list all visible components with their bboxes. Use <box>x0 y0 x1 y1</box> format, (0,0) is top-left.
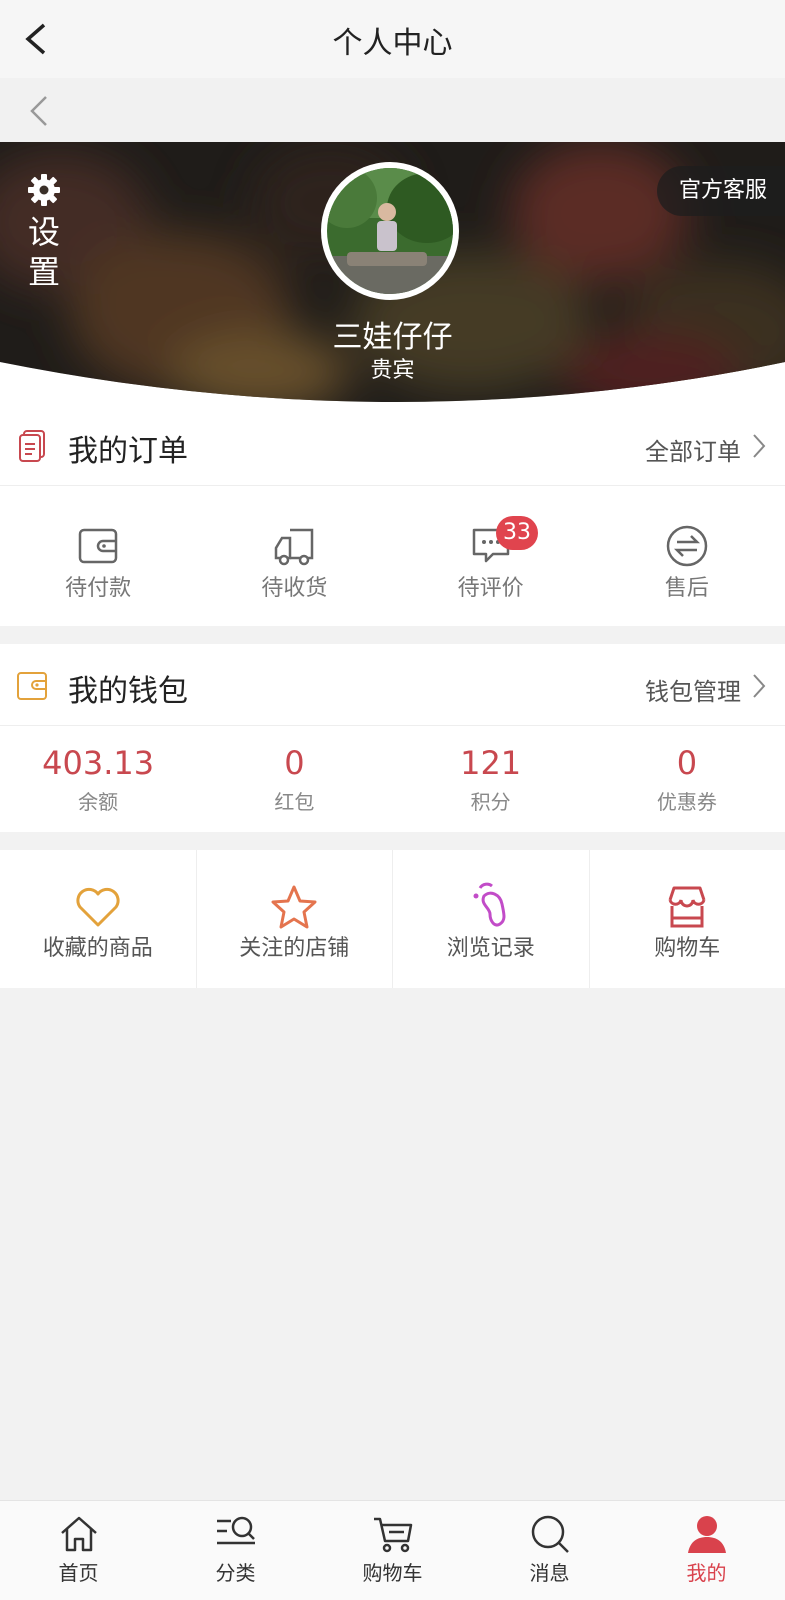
all-orders-link[interactable]: 全部订单 <box>645 432 741 467</box>
settings-label-2: 置 <box>27 253 60 291</box>
tab-category[interactable]: 分类 <box>157 1501 314 1600</box>
order-pending-receipt[interactable]: 待收货 <box>196 486 392 626</box>
username: 三娃仔仔 <box>332 320 453 355</box>
shortcut-label: 浏览记录 <box>446 936 535 961</box>
tab-label: 消息 <box>529 1561 570 1585</box>
wallet-label: 余额 <box>78 790 119 814</box>
member-level: 贵宾 <box>370 358 415 383</box>
customer-service-button[interactable]: 官方客服 <box>656 166 785 216</box>
truck-icon <box>275 528 314 566</box>
wallet-section: 我的钱包 钱包管理 403.13 余额 0 红包 121 积分 0 优惠券 <box>0 644 785 832</box>
tab-home[interactable]: 首页 <box>0 1501 157 1600</box>
gear-icon <box>28 174 60 206</box>
wallet-balance[interactable]: 403.13 余额 <box>0 726 196 832</box>
chevron-right-icon[interactable] <box>751 432 767 460</box>
wallet-points[interactable]: 121 积分 <box>393 726 589 832</box>
shop-icon <box>668 886 706 928</box>
shortcuts-section: 收藏的商品 关注的店铺 浏览记录 购物车 <box>0 850 785 988</box>
shopping-cart-shortcut[interactable]: 购物车 <box>590 850 785 988</box>
wallet-manage-link[interactable]: 钱包管理 <box>645 672 741 707</box>
review-count-badge: 33 <box>496 516 538 550</box>
avatar[interactable] <box>321 162 459 300</box>
tab-label: 分类 <box>215 1561 256 1585</box>
browse-history-button[interactable]: 浏览记录 <box>393 850 590 988</box>
page-title: 个人中心 <box>332 26 453 61</box>
order-status-label: 待收货 <box>261 576 328 601</box>
order-status-label: 待评价 <box>457 576 524 601</box>
category-search-icon <box>216 1516 255 1545</box>
order-list-icon <box>19 430 45 462</box>
exchange-icon <box>666 525 708 567</box>
secondary-bar <box>0 78 785 142</box>
profile-header: 设 置 官方客服 三娃仔仔 贵宾 <box>0 142 785 404</box>
wallet-value: 0 <box>676 744 698 782</box>
wallet-icon <box>17 672 47 700</box>
settings-label-1: 设 <box>27 213 60 251</box>
wallet-value: 0 <box>284 744 305 782</box>
order-pending-payment[interactable]: 待付款 <box>0 486 196 626</box>
orders-header: 我的订单 全部订单 <box>0 404 785 486</box>
followed-stores-button[interactable]: 关注的店铺 <box>197 850 393 988</box>
wallet-label: 积分 <box>470 790 511 814</box>
heart-icon <box>76 887 120 927</box>
footprint-icon <box>473 882 506 927</box>
back-chevron-icon[interactable] <box>26 94 52 128</box>
tab-label: 我的 <box>686 1561 727 1585</box>
wallet-red-packets[interactable]: 0 红包 <box>196 726 392 832</box>
tab-label: 首页 <box>58 1561 99 1585</box>
wallet-icon <box>78 528 118 564</box>
orders-section: 我的订单 全部订单 待付款 待收货 待评价 售后 <box>0 404 785 626</box>
shortcut-label: 购物车 <box>654 936 721 961</box>
wallet-header: 我的钱包 钱包管理 <box>0 644 785 726</box>
settings-button[interactable]: 设 置 <box>22 172 66 292</box>
wallet-label: 优惠券 <box>656 790 717 814</box>
shortcut-label: 关注的店铺 <box>239 936 350 961</box>
wallet-coupons[interactable]: 0 优惠券 <box>589 726 785 832</box>
tab-cart[interactable]: 购物车 <box>314 1501 471 1600</box>
chevron-right-icon[interactable] <box>751 672 767 700</box>
cart-icon <box>373 1517 412 1553</box>
order-status-row: 待付款 待收货 待评价 售后 <box>0 486 785 626</box>
shortcut-label: 收藏的商品 <box>42 936 153 961</box>
avatar-photo <box>327 168 453 294</box>
tab-messages[interactable]: 消息 <box>471 1501 628 1600</box>
wallet-label: 红包 <box>274 790 315 814</box>
star-icon <box>271 885 317 929</box>
bottom-tab-bar: 首页 分类 购物车 消息 我的 <box>0 1500 785 1600</box>
shortcuts-row: 收藏的商品 关注的店铺 浏览记录 购物车 <box>0 850 785 988</box>
orders-title: 我的订单 <box>68 434 188 469</box>
home-icon <box>60 1516 97 1552</box>
top-navigation-bar: 个人中心 <box>0 0 785 78</box>
tab-label: 购物车 <box>362 1561 423 1585</box>
order-pending-review[interactable]: 待评价 <box>393 486 589 626</box>
order-after-sales[interactable]: 售后 <box>589 486 785 626</box>
wallet-title: 我的钱包 <box>68 674 188 709</box>
user-icon <box>687 1516 726 1553</box>
wallet-value: 403.13 <box>42 744 155 782</box>
tab-mine[interactable]: 我的 <box>628 1501 785 1600</box>
order-status-label: 待付款 <box>65 576 132 601</box>
order-status-label: 售后 <box>664 576 709 601</box>
favorite-products-button[interactable]: 收藏的商品 <box>0 850 197 988</box>
wallet-value: 121 <box>460 744 522 782</box>
search-icon <box>531 1515 569 1553</box>
wallet-stats-row: 403.13 余额 0 红包 121 积分 0 优惠券 <box>0 726 785 832</box>
